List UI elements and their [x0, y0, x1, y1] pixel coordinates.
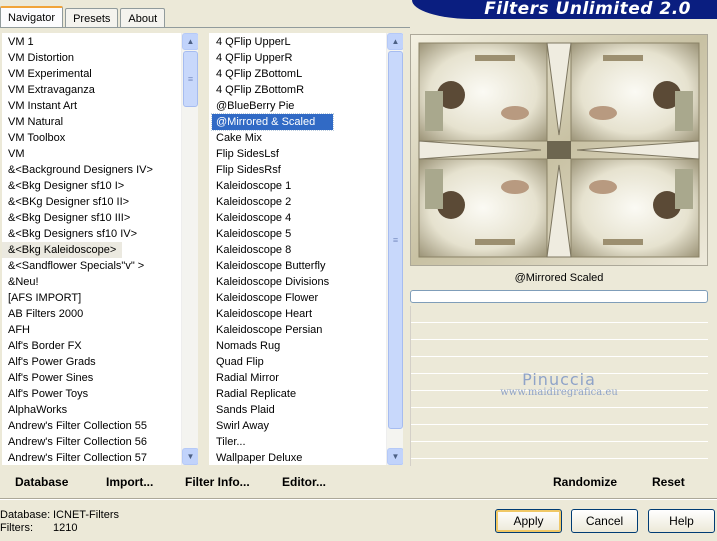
category-item[interactable]: AFH — [2, 322, 159, 338]
filter-item[interactable]: @BlueBerry Pie — [212, 98, 333, 114]
kaleidoscope-preview-picture — [411, 35, 707, 265]
chevron-down-icon[interactable]: ▼ — [182, 448, 198, 465]
database-info: Database: ICNET-Filters Filters: 1210 — [0, 509, 119, 535]
filter-item[interactable]: Radial Replicate — [212, 386, 333, 402]
category-item[interactable]: &<Bkg Kaleidoscope> — [2, 242, 123, 258]
category-item[interactable]: VM Extravaganza — [2, 82, 159, 98]
filters-count-label: Filters: — [0, 522, 33, 534]
category-item[interactable]: Alf's Border FX — [2, 338, 159, 354]
category-item[interactable]: &<Bkg Designer sf10 I> — [2, 178, 159, 194]
category-items: VM 1 VM Distortion VM Experimental VM Extra… — [2, 34, 159, 465]
filter-item[interactable]: Kaleidoscope 4 — [212, 210, 333, 226]
category-list[interactable]: VM 1 VM Distortion VM Experimental VM Extra… — [2, 33, 198, 465]
database-value: ICNET-Filters — [53, 509, 119, 521]
progress-bar — [410, 290, 708, 303]
filter-item[interactable]: @Mirrored & Scaled — [210, 113, 335, 131]
filter-item[interactable]: Quad Flip — [212, 354, 333, 370]
tab-strip-border — [0, 27, 410, 28]
category-item[interactable]: VM Toolbox — [2, 130, 159, 146]
filter-items: 4 QFlip UpperL 4 QFlip UpperR 4 QFlip ZBot… — [209, 34, 335, 465]
filter-item[interactable]: Kaleidoscope 2 — [212, 194, 333, 210]
app-title: Filters Unlimited 2.0 — [484, 0, 691, 19]
category-item[interactable]: Alf's Power Grads — [2, 354, 159, 370]
category-item[interactable]: &<Bkg Designer sf10 III> — [2, 210, 159, 226]
filter-item[interactable]: Swirl Away — [212, 418, 333, 434]
category-item[interactable]: Andrew's Filter Collection 56 — [2, 434, 159, 450]
database-label: Database: — [0, 509, 51, 521]
filter-item[interactable]: Kaleidoscope Flower — [212, 290, 333, 306]
filter-item[interactable]: Radial Mirror — [212, 370, 333, 386]
category-item[interactable]: VM Experimental — [2, 66, 159, 82]
preview-tile-top-right — [570, 42, 700, 142]
filter-item[interactable]: Kaleidoscope Heart — [212, 306, 333, 322]
tab-navigator[interactable]: Navigator — [0, 6, 64, 28]
current-filter-name: @Mirrored Scaled — [514, 272, 604, 284]
help-button[interactable]: Help — [648, 509, 715, 533]
cancel-button[interactable]: Cancel — [571, 509, 638, 533]
category-item[interactable]: &<Sandflower Specials"v" > — [2, 258, 159, 274]
filter-item[interactable]: Kaleidoscope 8 — [212, 242, 333, 258]
filter-item[interactable]: Flip SidesLsf — [212, 146, 333, 162]
watermark-url: www.maidiregrafica.eu — [500, 387, 618, 398]
filters-count-value: 1210 — [53, 522, 78, 534]
category-item[interactable]: AlphaWorks — [2, 402, 159, 418]
filter-item[interactable]: Tiler... — [212, 434, 333, 450]
filter-item[interactable]: 4 QFlip UpperR — [212, 50, 333, 66]
apply-button[interactable]: Apply — [495, 509, 562, 533]
category-item[interactable]: &Neu! — [2, 274, 159, 290]
preview-tile-top-left — [418, 42, 548, 142]
watermark: Pinuccia www.maidiregrafica.eu — [410, 370, 708, 398]
category-item[interactable]: [AFS IMPORT] — [2, 290, 159, 306]
import-button[interactable]: Import... — [106, 475, 153, 489]
tab-about[interactable]: About — [120, 8, 166, 28]
category-item[interactable]: VM Instant Art — [2, 98, 159, 114]
database-button[interactable]: Database — [15, 475, 68, 489]
grip-icon[interactable]: ≡ — [183, 51, 198, 107]
category-item[interactable]: VM — [2, 146, 159, 162]
preview-tile-bottom-right — [570, 158, 700, 258]
filter-item[interactable]: Kaleidoscope 5 — [212, 226, 333, 242]
chevron-down-icon[interactable]: ▼ — [387, 448, 403, 465]
grip-icon[interactable]: ≡ — [388, 51, 403, 429]
filter-item[interactable]: Nomads Rug — [212, 338, 333, 354]
editor-button[interactable]: Editor... — [282, 475, 326, 489]
randomize-button[interactable]: Randomize — [553, 475, 617, 489]
filter-item[interactable]: Kaleidoscope Butterfly — [212, 258, 333, 274]
filter-item[interactable]: Kaleidoscope 1 — [212, 178, 333, 194]
filter-item[interactable]: Kaleidoscope Persian — [212, 322, 333, 338]
category-item[interactable]: AB Filters 2000 — [2, 306, 159, 322]
filter-item[interactable]: Flip SidesRsf — [212, 162, 333, 178]
category-item[interactable]: &<BKg Designer sf10 II> — [2, 194, 159, 210]
category-item[interactable]: VM 1 — [2, 34, 159, 50]
category-item[interactable]: &<Bkg Designers sf10 IV> — [2, 226, 159, 242]
category-item[interactable]: Andrew's Filter Collection 55 — [2, 418, 159, 434]
filter-list[interactable]: 4 QFlip UpperL 4 QFlip UpperR 4 QFlip ZBot… — [209, 33, 403, 465]
filter-scrollbar[interactable]: ▲ ≡ ▼ — [386, 33, 403, 465]
filter-info-button[interactable]: Filter Info... — [185, 475, 250, 489]
chevron-up-icon[interactable]: ▲ — [182, 33, 198, 50]
app-title-banner: Filters Unlimited 2.0 — [412, 0, 717, 19]
chevron-up-icon[interactable]: ▲ — [387, 33, 403, 50]
category-item[interactable]: Alf's Power Sines — [2, 370, 159, 386]
action-bar: Database Import... Filter Info... Editor… — [0, 467, 717, 497]
filter-item[interactable]: 4 QFlip UpperL — [212, 34, 333, 50]
category-item[interactable]: VM Distortion — [2, 50, 159, 66]
category-item[interactable]: VM Natural — [2, 114, 159, 130]
tab-strip: Navigator Presets About — [0, 6, 167, 28]
category-scrollbar[interactable]: ▲ ≡ ▼ — [181, 33, 198, 465]
preview-tile-bottom-left — [418, 158, 548, 258]
filter-item[interactable]: Cake Mix — [212, 130, 333, 146]
category-item[interactable]: Andrew's Filter Collection 57 — [2, 450, 159, 465]
divider — [0, 498, 717, 500]
filter-item[interactable]: Wallpaper Deluxe — [212, 450, 333, 465]
reset-button[interactable]: Reset — [652, 475, 685, 489]
filter-item[interactable]: 4 QFlip ZBottomL — [212, 66, 333, 82]
filter-item[interactable]: Sands Plaid — [212, 402, 333, 418]
tab-presets[interactable]: Presets — [65, 8, 119, 28]
filter-item[interactable]: 4 QFlip ZBottomR — [212, 82, 333, 98]
category-item[interactable]: &<Background Designers IV> — [2, 162, 159, 178]
preview-image — [410, 34, 708, 266]
filter-item[interactable]: Kaleidoscope Divisions — [212, 274, 333, 290]
category-item[interactable]: Alf's Power Toys — [2, 386, 159, 402]
